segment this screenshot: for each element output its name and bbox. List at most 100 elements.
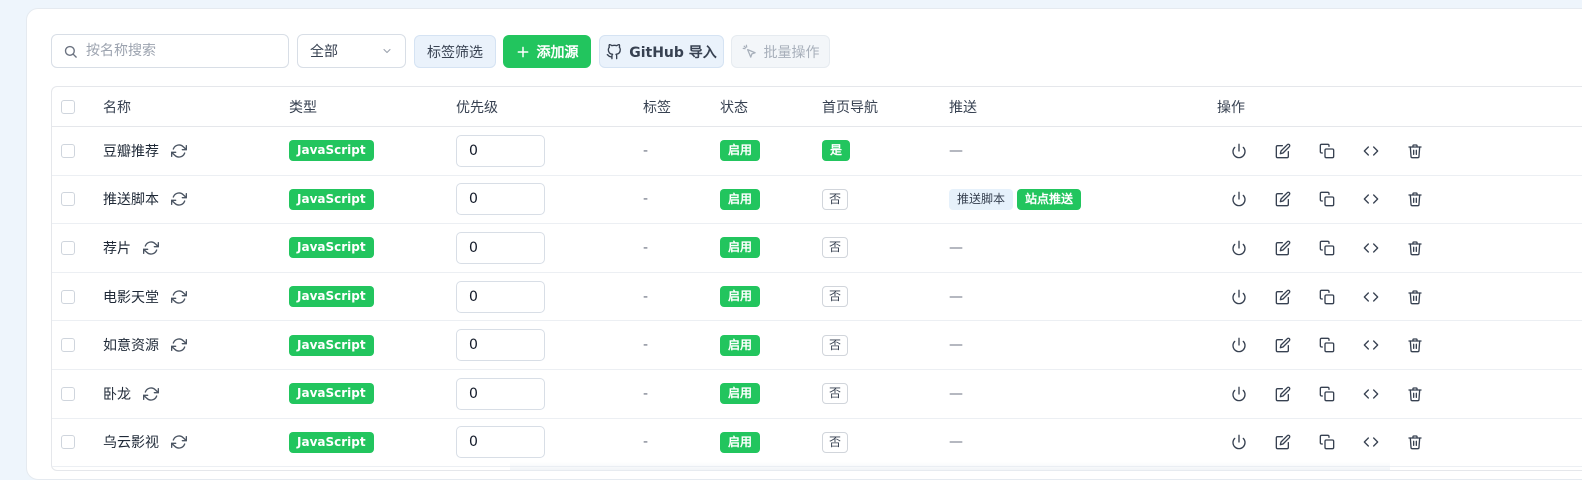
github-import-button[interactable]: GitHub 导入	[599, 35, 724, 68]
status-badge: 启用	[720, 140, 760, 161]
tags-value: -	[643, 321, 648, 369]
code-icon[interactable]	[1349, 282, 1393, 312]
edit-icon[interactable]	[1261, 282, 1305, 312]
tags-value: -	[643, 273, 648, 321]
header-home-nav: 首页导航	[822, 87, 878, 126]
select-all-checkbox[interactable]	[61, 100, 75, 114]
copy-icon[interactable]	[1305, 136, 1349, 166]
type-badge: JavaScript	[289, 383, 374, 404]
tags-value: -	[643, 176, 648, 224]
status-badge: 启用	[720, 335, 760, 356]
trash-icon[interactable]	[1393, 136, 1437, 166]
type-badge: JavaScript	[289, 140, 374, 161]
row-checkbox[interactable]	[61, 144, 75, 158]
copy-icon[interactable]	[1305, 427, 1349, 457]
code-icon[interactable]	[1349, 379, 1393, 409]
header-status: 状态	[720, 87, 748, 126]
copy-icon[interactable]	[1305, 184, 1349, 214]
type-badge: JavaScript	[289, 286, 374, 307]
add-source-button[interactable]: 添加源	[503, 35, 591, 68]
refresh-icon[interactable]	[171, 143, 187, 159]
row-checkbox[interactable]	[61, 387, 75, 401]
power-icon[interactable]	[1217, 136, 1261, 166]
power-icon[interactable]	[1217, 233, 1261, 263]
refresh-icon[interactable]	[171, 337, 187, 353]
power-icon[interactable]	[1217, 379, 1261, 409]
trash-icon[interactable]	[1393, 184, 1437, 214]
edit-icon[interactable]	[1261, 427, 1305, 457]
edit-icon[interactable]	[1261, 136, 1305, 166]
code-icon[interactable]	[1349, 330, 1393, 360]
edit-icon[interactable]	[1261, 379, 1305, 409]
refresh-icon[interactable]	[171, 434, 187, 450]
code-icon[interactable]	[1349, 427, 1393, 457]
priority-input[interactable]	[456, 135, 545, 167]
priority-input[interactable]	[456, 183, 545, 215]
status-badge: 启用	[720, 432, 760, 453]
copy-icon[interactable]	[1305, 330, 1349, 360]
power-icon[interactable]	[1217, 282, 1261, 312]
home-nav-badge: 是	[822, 140, 850, 161]
tags-value: -	[643, 127, 648, 175]
row-checkbox[interactable]	[61, 241, 75, 255]
push-empty: —	[949, 434, 963, 450]
row-checkbox[interactable]	[61, 290, 75, 304]
source-name: 荐片	[103, 238, 131, 258]
refresh-icon[interactable]	[143, 240, 159, 256]
status-badge: 启用	[720, 286, 760, 307]
power-icon[interactable]	[1217, 330, 1261, 360]
refresh-icon[interactable]	[171, 191, 187, 207]
priority-input[interactable]	[456, 281, 545, 313]
home-nav-badge: 否	[822, 189, 848, 210]
row-checkbox[interactable]	[61, 192, 75, 206]
header-type: 类型	[289, 87, 317, 126]
filter-select[interactable]: 全部	[297, 34, 406, 68]
row-checkbox[interactable]	[61, 338, 75, 352]
home-nav-badge: 否	[822, 432, 848, 453]
source-name: 电影天堂	[103, 287, 159, 307]
trash-icon[interactable]	[1393, 427, 1437, 457]
status-badge: 启用	[720, 237, 760, 258]
trash-icon[interactable]	[1393, 379, 1437, 409]
priority-input[interactable]	[456, 329, 545, 361]
priority-input[interactable]	[456, 426, 545, 458]
trash-icon[interactable]	[1393, 233, 1437, 263]
row-actions	[1217, 233, 1437, 263]
code-icon[interactable]	[1349, 184, 1393, 214]
refresh-icon[interactable]	[171, 289, 187, 305]
type-badge: JavaScript	[289, 237, 374, 258]
power-icon[interactable]	[1217, 427, 1261, 457]
row-actions	[1217, 184, 1437, 214]
trash-icon[interactable]	[1393, 282, 1437, 312]
search-icon	[63, 44, 78, 59]
home-nav-badge: 否	[822, 286, 848, 307]
filter-select-value: 全部	[310, 41, 338, 61]
code-icon[interactable]	[1349, 233, 1393, 263]
refresh-icon[interactable]	[143, 386, 159, 402]
trash-icon[interactable]	[1393, 330, 1437, 360]
edit-icon[interactable]	[1261, 330, 1305, 360]
tags-value: -	[643, 370, 648, 418]
search-input[interactable]	[84, 42, 278, 60]
row-actions	[1217, 330, 1437, 360]
status-badge: 启用	[720, 189, 760, 210]
edit-icon[interactable]	[1261, 233, 1305, 263]
add-source-label: 添加源	[537, 42, 579, 62]
power-icon[interactable]	[1217, 184, 1261, 214]
code-icon[interactable]	[1349, 136, 1393, 166]
batch-operation-button[interactable]: 批量操作	[731, 35, 830, 68]
tag-filter-button[interactable]: 标签筛选	[414, 35, 496, 68]
copy-icon[interactable]	[1305, 233, 1349, 263]
priority-input[interactable]	[456, 232, 545, 264]
row-checkbox[interactable]	[61, 435, 75, 449]
edit-icon[interactable]	[1261, 184, 1305, 214]
type-badge: JavaScript	[289, 189, 374, 210]
copy-icon[interactable]	[1305, 282, 1349, 312]
search-box[interactable]	[51, 34, 289, 68]
home-nav-badge: 否	[822, 237, 848, 258]
row-actions	[1217, 282, 1437, 312]
priority-input[interactable]	[456, 378, 545, 410]
push-empty: —	[949, 240, 963, 256]
push-empty: —	[949, 289, 963, 305]
copy-icon[interactable]	[1305, 379, 1349, 409]
